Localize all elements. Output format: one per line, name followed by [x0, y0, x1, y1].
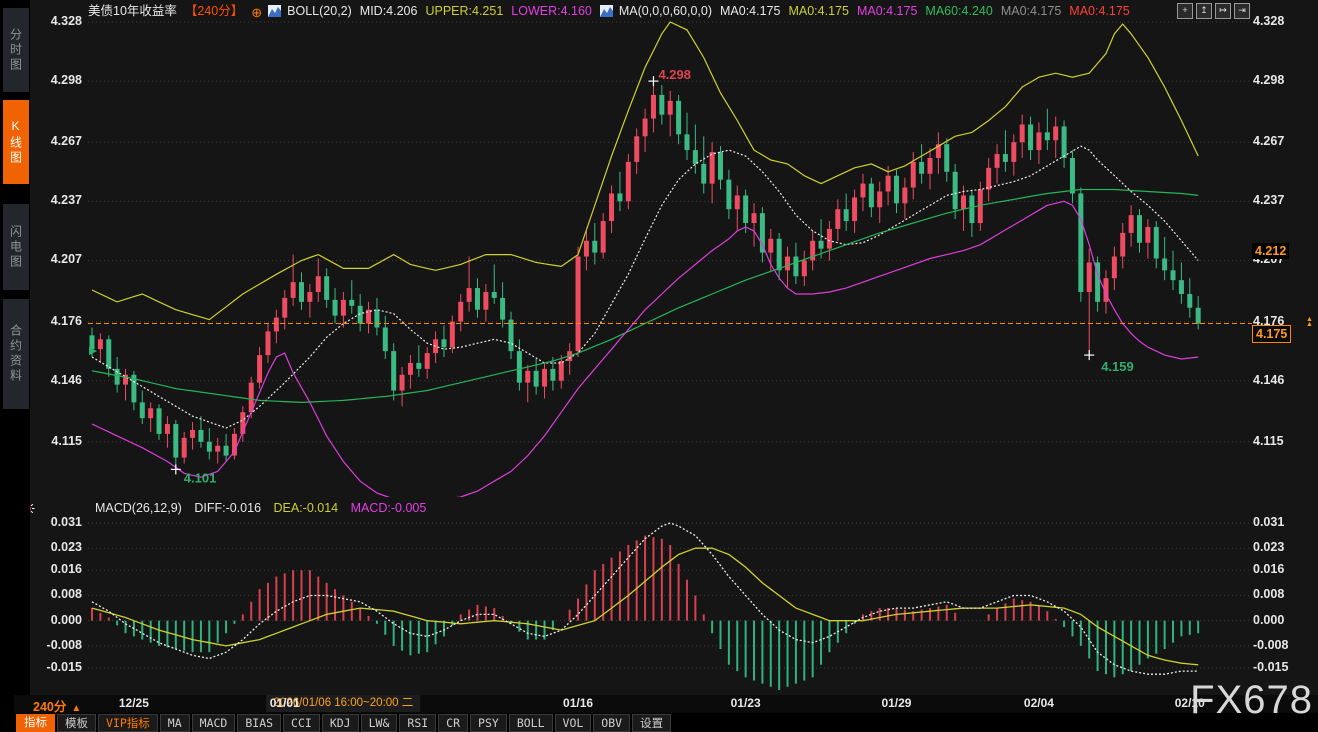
- main-y-tick-r-4.115: 4.115: [1253, 434, 1313, 448]
- toolbar-button-OBV[interactable]: OBV: [593, 714, 630, 732]
- macd-diff-value: DIFF:-0.016: [194, 501, 261, 515]
- macd-macd-value: MACD:-0.005: [351, 501, 427, 515]
- main-y-tick-l-4.207: 4.207: [30, 252, 82, 266]
- boll-label: BOLL(20,2): [287, 4, 352, 18]
- x-axis-label-02/04: 02/04: [1024, 696, 1054, 710]
- main-y-tick-l-4.237: 4.237: [30, 193, 82, 207]
- macd-y-tick-l-0.016: 0.016: [30, 562, 82, 576]
- sidebar-tab-3[interactable]: 闪电图: [3, 204, 29, 290]
- sidebar-tab-1[interactable]: 分时图: [3, 8, 29, 92]
- main-y-tick-r-4.328: 4.328: [1253, 14, 1313, 28]
- x-axis-label-01/23: 01/23: [731, 696, 761, 710]
- main-y-tick-l-4.176: 4.176: [30, 314, 82, 328]
- toolbar-button-LW&[interactable]: LW&: [361, 714, 398, 732]
- indicator-chart-icon[interactable]: [600, 5, 613, 21]
- main-y-tick-l-4.267: 4.267: [30, 134, 82, 148]
- main-y-tick-l-4.328: 4.328: [30, 14, 82, 28]
- symbol-title: 美债10年收益率: [88, 4, 177, 18]
- sidebar-tab-4[interactable]: 合约资料: [3, 299, 29, 409]
- x-axis-label-01/29: 01/29: [881, 696, 911, 710]
- macd-indicator-chart[interactable]: [88, 500, 1252, 695]
- boll-lower-value: LOWER:4.160: [511, 4, 592, 18]
- main-candlestick-chart[interactable]: 4.298 4.101 4.159: [88, 0, 1252, 497]
- indicator-header: 美债10年收益率【240分】 ⊕ BOLL(20,2) MID:4.206 UPPER:…: [88, 3, 1138, 19]
- toolbar-button-指标[interactable]: 指标: [16, 714, 55, 732]
- scale-right-icon[interactable]: ↦: [1215, 3, 1231, 19]
- toolbar-button-CCI[interactable]: CCI: [283, 714, 320, 732]
- toolbar-button-MA[interactable]: MA: [160, 714, 190, 732]
- toolbar-button-KDJ[interactable]: KDJ: [322, 714, 359, 732]
- kline-chart-application: 分时图 K线图闪电图合约资料 美债10年收益率【240分】 ⊕ BOLL(20,2) M…: [0, 0, 1318, 732]
- macd-y-tick-l--0.015: -0.015: [30, 660, 82, 674]
- boll-upper-value: UPPER:4.251: [425, 4, 503, 18]
- time-axis-row: 240分▲ 2026/01/06 16:00~20:00 二 12/2501/0…: [14, 695, 1318, 713]
- svg-text:4.101: 4.101: [184, 470, 217, 485]
- ma-value-1: MA0:4.175: [720, 4, 780, 18]
- add-indicator-icon[interactable]: ⊕: [251, 5, 262, 21]
- main-y-tick-r-4.298: 4.298: [1253, 73, 1313, 87]
- toolbar-button-VOL[interactable]: VOL: [555, 714, 592, 732]
- macd-y-tick-l--0.008: -0.008: [30, 638, 82, 652]
- svg-text:4.159: 4.159: [1101, 359, 1134, 374]
- toolbar-button-settings[interactable]: 设置: [632, 714, 671, 732]
- ma-value-6: MA0:4.175: [1069, 4, 1129, 18]
- toolbar-button-MACD[interactable]: MACD: [192, 714, 236, 732]
- ma-value-2: MA0:4.175: [788, 4, 848, 18]
- toolbar-button-CR[interactable]: CR: [438, 714, 468, 732]
- price-scroll-marker[interactable]: ▲▲: [1306, 317, 1313, 327]
- macd-y-tick-l-0.008: 0.008: [30, 587, 82, 601]
- toolbar-button-RSI[interactable]: RSI: [399, 714, 436, 732]
- scale-up-icon[interactable]: ↥: [1196, 3, 1212, 19]
- sidebar-tab-2[interactable]: K线图: [3, 100, 29, 184]
- brand-watermark: FX678: [1190, 678, 1313, 723]
- ma-label: MA(0,0,0,60,0,0): [619, 4, 712, 18]
- macd-header: MACD(26,12,9) DIFF:-0.016 DEA:-0.014 MAC…: [95, 501, 435, 516]
- macd-dea-value: DEA:-0.014: [274, 501, 339, 515]
- ma-value-3: MA0:4.175: [857, 4, 917, 18]
- macd-y-tick-r-0.023: 0.023: [1253, 540, 1313, 554]
- toolbar-button-BIAS[interactable]: BIAS: [237, 714, 281, 732]
- toolbar-button-BOLL[interactable]: BOLL: [509, 714, 553, 732]
- macd-y-tick-l-0.023: 0.023: [30, 540, 82, 554]
- main-y-tick-l-4.298: 4.298: [30, 73, 82, 87]
- last-price-box: 4.175: [1252, 325, 1291, 343]
- cursor-price-box: 4.212: [1252, 243, 1289, 259]
- x-axis-label-01/01: 01/01: [270, 696, 300, 710]
- macd-y-tick-l-0.000: 0.000: [30, 613, 82, 627]
- x-axis-label-01/16: 01/16: [563, 696, 593, 710]
- main-y-tick-r-4.267: 4.267: [1253, 134, 1313, 148]
- indicator-chart-icon[interactable]: [268, 5, 281, 21]
- main-y-tick-l-4.115: 4.115: [30, 434, 82, 448]
- pan-right-icon[interactable]: ⇥: [1234, 3, 1250, 19]
- x-axis-label-12/25: 12/25: [119, 696, 149, 710]
- main-y-tick-l-4.146: 4.146: [30, 373, 82, 387]
- toolbar-button-VIP指标[interactable]: VIP指标: [98, 714, 158, 732]
- left-sidebar: 分时图 K线图闪电图合约资料: [0, 0, 30, 732]
- macd-y-tick-r-0.031: 0.031: [1253, 515, 1313, 529]
- window-controls: +↥↦⇥: [1177, 3, 1250, 19]
- indicator-toolbar: 指标模板VIP指标MAMACDBIASCCIKDJLW&RSICRPSYBOLL…: [14, 713, 1318, 732]
- macd-y-tick-r-0.016: 0.016: [1253, 562, 1313, 576]
- ma-value-5: MA0:4.175: [1001, 4, 1061, 18]
- macd-y-tick-r--0.015: -0.015: [1253, 660, 1313, 674]
- crosshair-tool-icon[interactable]: +: [1177, 3, 1193, 19]
- main-y-tick-r-4.146: 4.146: [1253, 373, 1313, 387]
- macd-y-tick-r-0.000: 0.000: [1253, 613, 1313, 627]
- macd-params-label: MACD(26,12,9): [95, 501, 182, 515]
- svg-text:4.298: 4.298: [658, 67, 691, 82]
- toolbar-button-PSY[interactable]: PSY: [470, 714, 507, 732]
- ma-value-4: MA60:4.240: [925, 4, 992, 18]
- macd-y-tick-r-0.008: 0.008: [1253, 587, 1313, 601]
- main-y-tick-r-4.237: 4.237: [1253, 193, 1313, 207]
- period-badge: 【240分】: [185, 4, 243, 18]
- macd-y-tick-l-0.031: 0.031: [30, 515, 82, 529]
- toolbar-button-模板[interactable]: 模板: [57, 714, 96, 732]
- boll-mid-value: MID:4.206: [360, 4, 418, 18]
- macd-y-tick-r--0.008: -0.008: [1253, 638, 1313, 652]
